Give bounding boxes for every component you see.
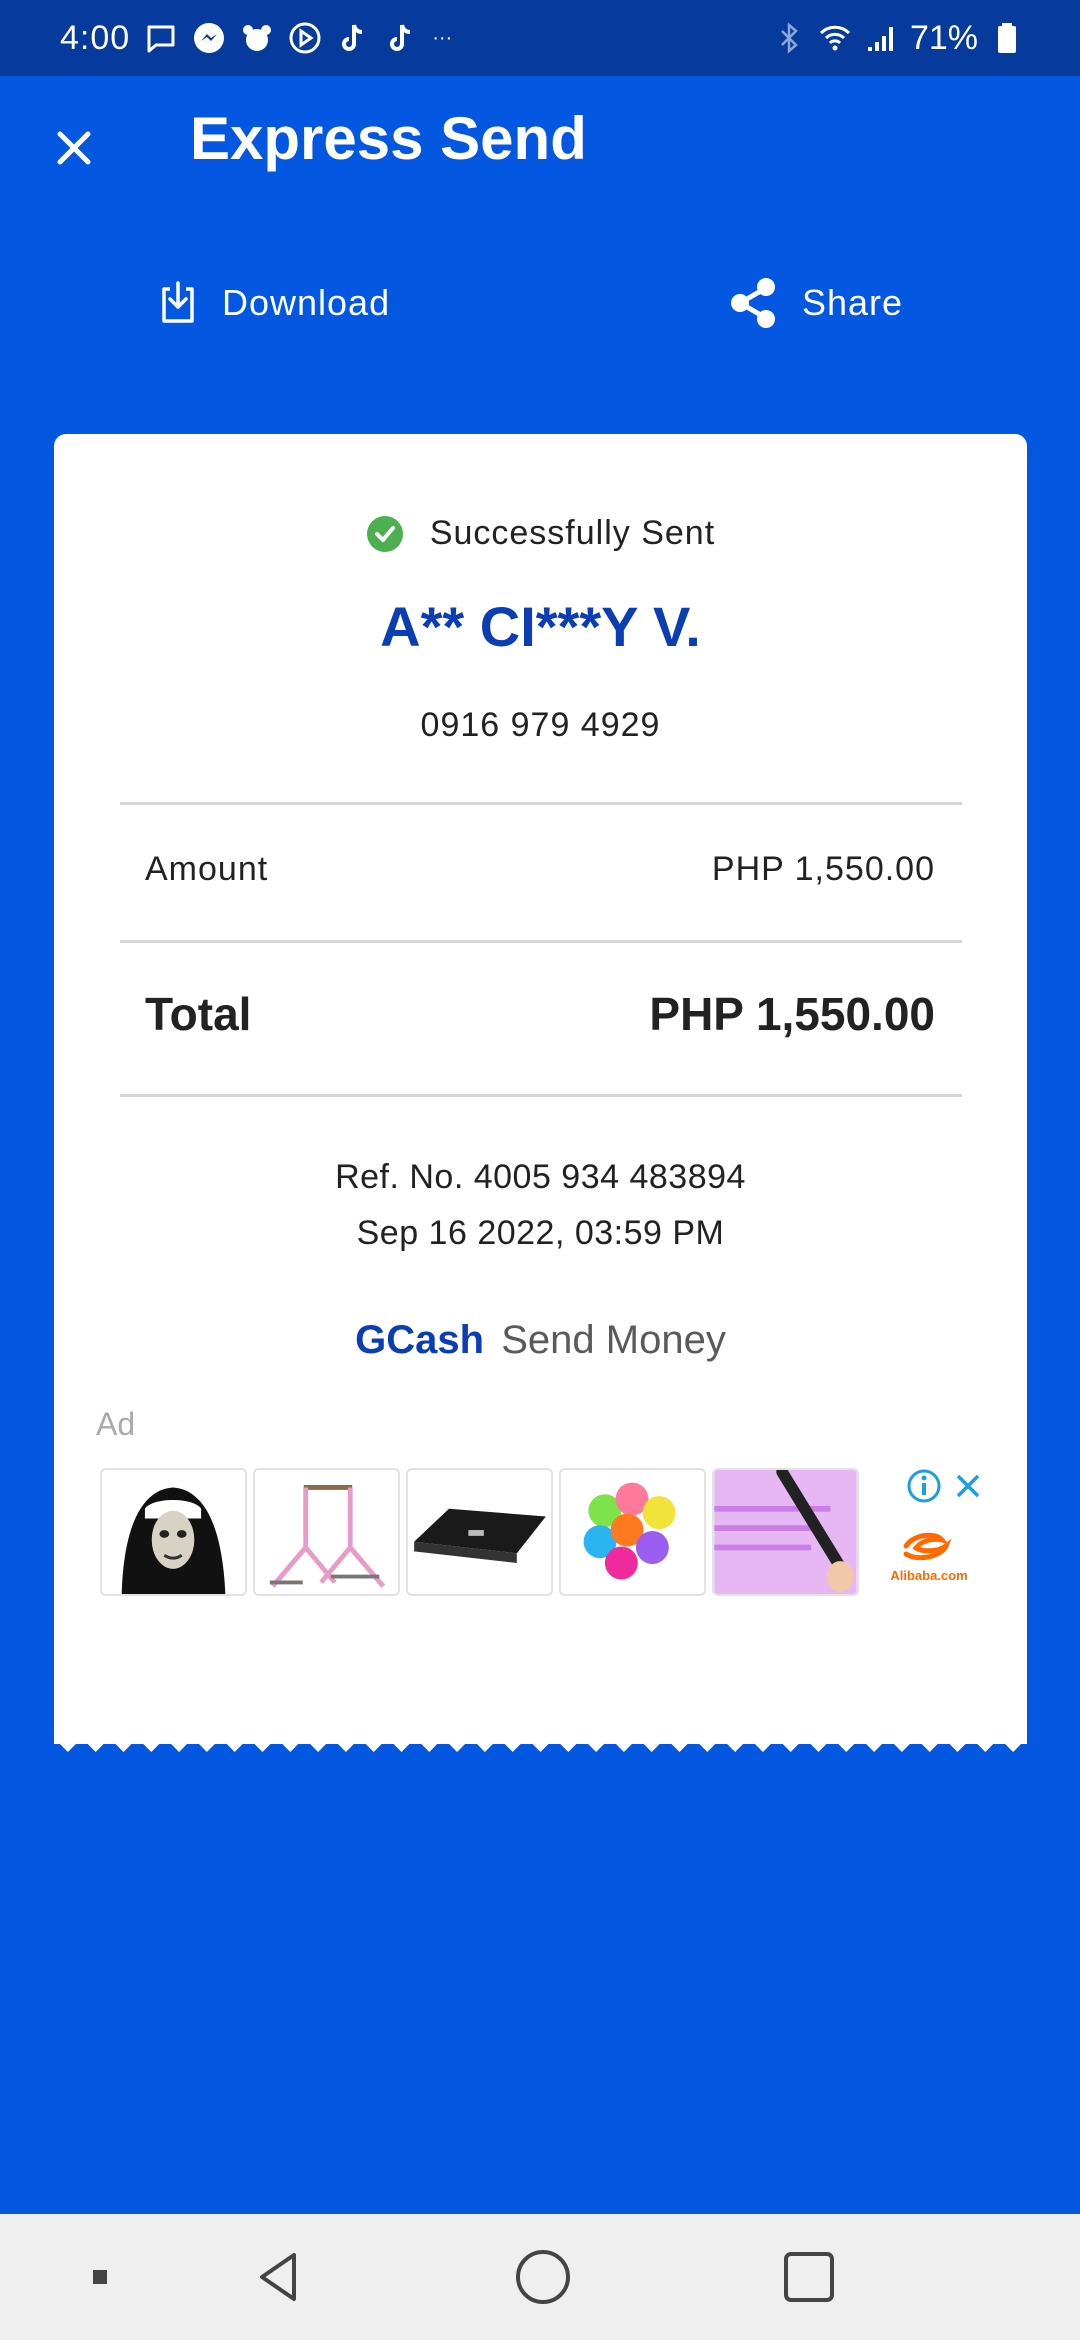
brand-name: GCash (355, 1318, 485, 1362)
download-button[interactable]: Download (156, 270, 390, 336)
share-icon (726, 276, 780, 330)
ad-product-black-device[interactable] (406, 1468, 553, 1596)
message-icon (144, 21, 178, 55)
status-text: Successfully Sent (429, 514, 716, 552)
status-left: 4:00 ··· (60, 0, 452, 76)
amount-value: PHP 1,550.00 (711, 849, 935, 888)
pet-icon (240, 21, 274, 55)
recipient-name: A** CI***Y V. (380, 595, 701, 658)
home-icon[interactable] (508, 2214, 578, 2340)
signal-icon (864, 21, 898, 55)
ad-brand-text: Alibaba.com (890, 1568, 967, 1583)
close-icon[interactable] (50, 124, 98, 172)
play-icon (288, 21, 322, 55)
amount-row: Amount PHP 1,550.00 (145, 839, 935, 899)
nav-bar (0, 2214, 1080, 2340)
brand-row: GCash Send Money (54, 1318, 1027, 1363)
divider (120, 802, 962, 805)
divider (120, 940, 962, 943)
status-time: 4:00 (60, 18, 131, 57)
recipient-phone: 0916 979 4929 (420, 706, 661, 744)
battery-percent: 71% (909, 18, 978, 57)
check-circle-icon (366, 515, 404, 553)
ad-strip[interactable] (100, 1468, 859, 1596)
ad-info-icon[interactable] (906, 1468, 942, 1504)
status-row: Successfully Sent (54, 514, 1027, 553)
total-value: PHP 1,550.00 (649, 988, 935, 1040)
brand-product: Send Money (501, 1318, 726, 1362)
reference-number: Ref. No. 4005 934 483894 (335, 1158, 746, 1196)
status-bar: 4:00 ··· 71% (0, 0, 1080, 76)
messenger-icon (192, 21, 226, 55)
wifi-icon (818, 21, 852, 55)
transaction-datetime: Sep 16 2022, 03:59 PM (356, 1214, 725, 1252)
amount-label: Amount (145, 849, 269, 888)
receipt-zigzag-edge (54, 1728, 1027, 1752)
ad-close-icon[interactable] (950, 1468, 986, 1504)
download-label: Download (222, 282, 391, 323)
total-label: Total (145, 988, 252, 1040)
ad-product-colored-balls[interactable] (559, 1468, 706, 1596)
divider (120, 1094, 962, 1097)
recent-dot-icon[interactable] (70, 2214, 130, 2340)
share-button[interactable]: Share (726, 270, 903, 336)
back-icon[interactable] (245, 2214, 315, 2340)
ad-product-nun-mask[interactable] (100, 1468, 247, 1596)
ad-brand-logo[interactable]: Alibaba.com (884, 1516, 974, 1588)
page-title: Express Send (190, 105, 587, 172)
share-label: Share (802, 282, 904, 323)
overview-icon[interactable] (774, 2214, 844, 2340)
status-right: 71% (772, 0, 1024, 76)
ad-product-uv-wand[interactable] (712, 1468, 859, 1596)
tiktok-icon (336, 21, 370, 55)
bluetooth-icon (772, 21, 806, 55)
ad-label: Ad (96, 1406, 136, 1442)
tiktok-icon (384, 21, 418, 55)
header: Express Send (0, 76, 1080, 216)
battery-icon (990, 21, 1024, 55)
more-icon: ··· (432, 26, 453, 49)
total-row: Total PHP 1,550.00 (145, 978, 935, 1050)
receipt-card: Successfully Sent A** CI***Y V. 0916 979… (54, 434, 1027, 1744)
download-icon (156, 279, 200, 327)
ad-product-gymnastics-bar[interactable] (253, 1468, 400, 1596)
reference-block: Ref. No. 4005 934 483894 Sep 16 2022, 03… (54, 1149, 1027, 1261)
